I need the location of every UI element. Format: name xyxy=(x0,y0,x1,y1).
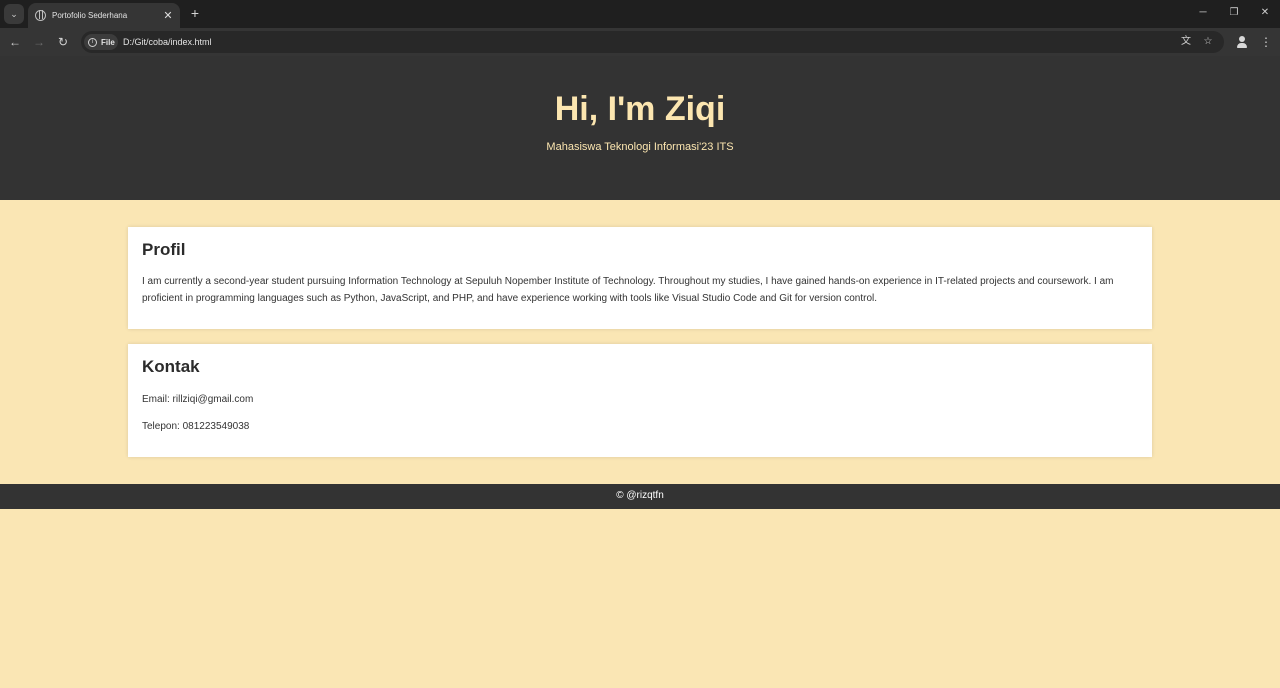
reload-icon[interactable]: ↻ xyxy=(55,34,71,50)
page-header: Hi, I'm Ziqi Mahasiswa Teknologi Informa… xyxy=(0,56,1280,200)
tab-close-icon[interactable]: ✕ xyxy=(162,10,174,22)
close-window-icon[interactable]: ✕ xyxy=(1258,6,1272,20)
tab-title: Portofolio Sederhana xyxy=(52,11,128,20)
contact-email: Email: rillziqi@gmail.com xyxy=(142,394,254,405)
restore-icon[interactable]: ❐ xyxy=(1227,6,1241,20)
browser-tab-bar: ⌄ Portofolio Sederhana ✕ + ─ ❐ ✕ xyxy=(0,0,1280,28)
profil-heading: Profil xyxy=(142,240,186,259)
back-arrow-icon[interactable]: ← xyxy=(7,34,23,50)
site-chip-label: File xyxy=(101,37,115,47)
forward-arrow-icon[interactable]: → xyxy=(31,34,47,50)
menu-kebab-icon[interactable]: ⋮ xyxy=(1258,34,1274,50)
minimize-icon[interactable]: ─ xyxy=(1196,6,1210,20)
site-info-chip[interactable]: i File xyxy=(84,34,118,50)
browser-tab[interactable]: Portofolio Sederhana ✕ xyxy=(28,3,180,28)
new-tab-button[interactable]: + xyxy=(188,6,202,20)
tab-search-icon[interactable]: ⌄ xyxy=(4,4,24,24)
profil-section: Profil I am currently a second-year stud… xyxy=(128,227,1152,329)
info-icon: i xyxy=(88,37,97,47)
kontak-heading: Kontak xyxy=(142,357,200,376)
url-text[interactable]: D:/Git/coba/index.html xyxy=(123,37,212,47)
page-footer: © @rizqtfn xyxy=(0,484,1280,509)
page-subtitle: Mahasiswa Teknologi Informasi'23 ITS xyxy=(546,141,734,153)
profil-text: I am currently a second-year student pur… xyxy=(142,276,1114,304)
favicon-globe-icon xyxy=(35,10,46,21)
profile-icon[interactable] xyxy=(1234,34,1250,50)
bookmark-star-icon[interactable]: ☆ xyxy=(1201,35,1215,49)
page-title: Hi, I'm Ziqi xyxy=(554,90,726,128)
address-bar[interactable]: i File D:/Git/coba/index.html 文 ☆ xyxy=(81,31,1224,53)
contact-phone: Telepon: 081223549038 xyxy=(142,421,250,432)
browser-toolbar: ← → ↻ i File D:/Git/coba/index.html 文 ☆ … xyxy=(0,28,1280,56)
translate-icon[interactable]: 文 xyxy=(1179,35,1193,49)
kontak-section: Kontak Email: rillziqi@gmail.com Telepon… xyxy=(128,344,1152,457)
